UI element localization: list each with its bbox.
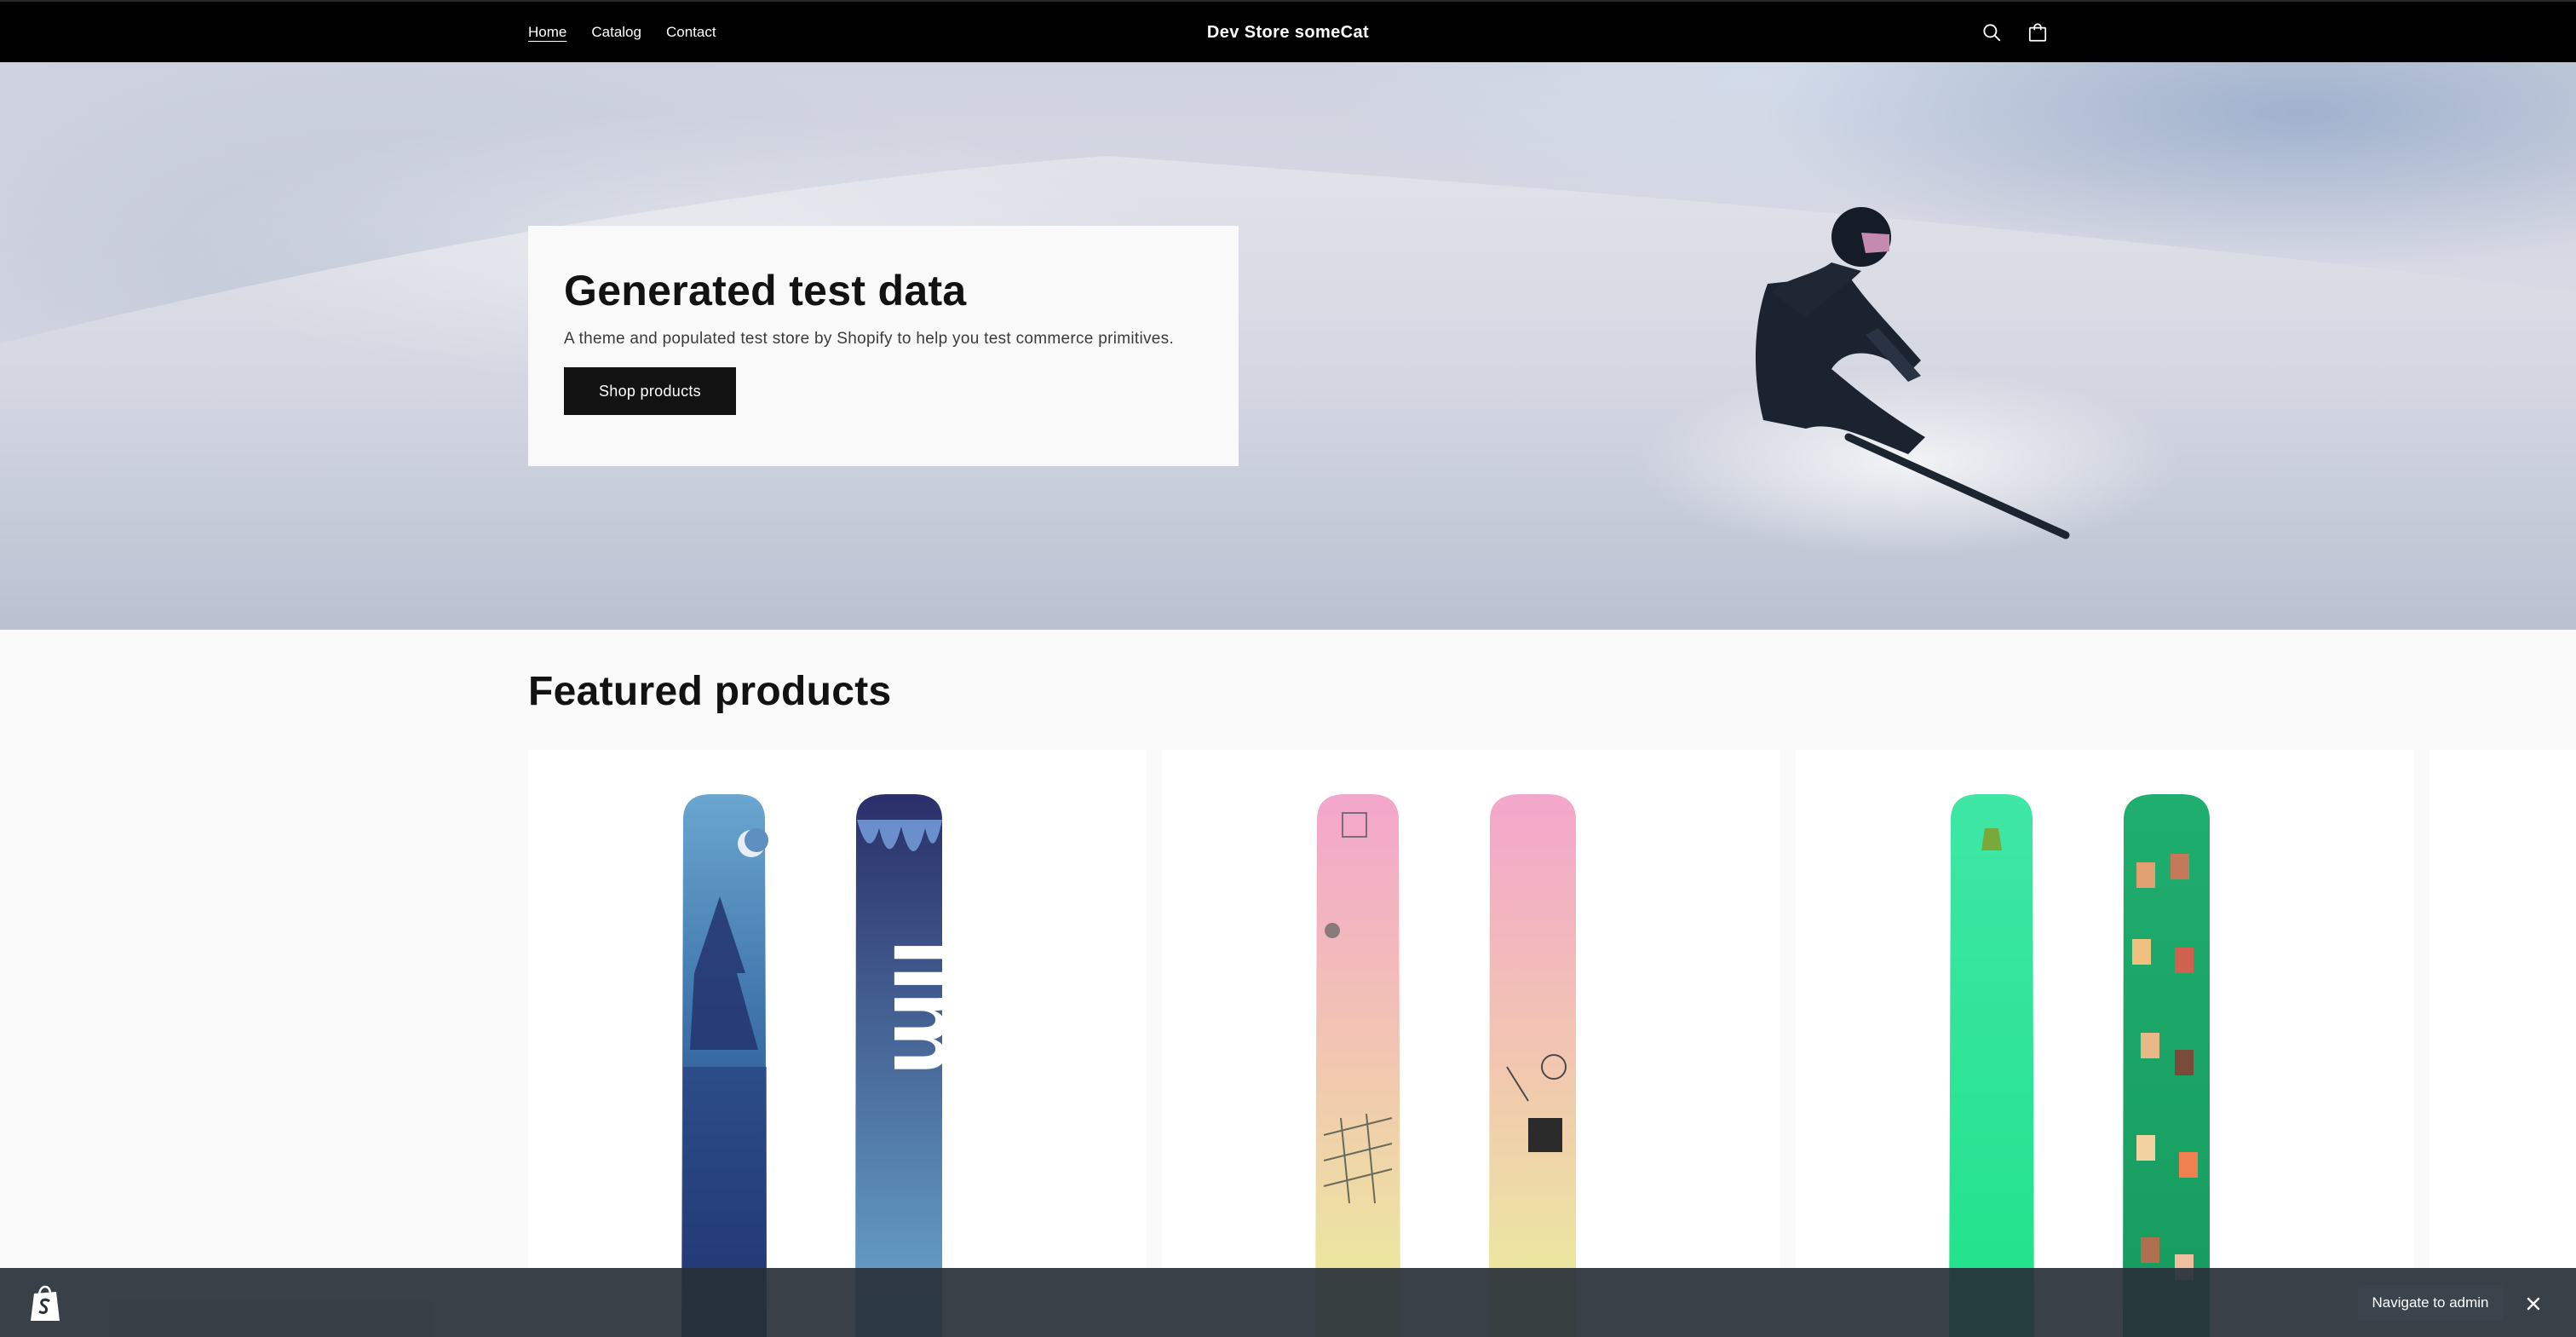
snow-slope-background bbox=[0, 113, 2576, 630]
admin-preview-bar: Navigate to admin bbox=[0, 1268, 2576, 1337]
close-icon bbox=[2527, 1297, 2540, 1311]
search-icon bbox=[1983, 24, 2001, 42]
hero-card: Generated test data A theme and populate… bbox=[528, 226, 1239, 466]
nav-home[interactable]: Home bbox=[528, 20, 566, 44]
brand-wrap: Dev Store someCat bbox=[0, 20, 2576, 44]
product-card-4[interactable] bbox=[2429, 750, 2576, 1337]
svg-text:llm: llm bbox=[874, 940, 979, 1075]
cart-button[interactable] bbox=[2024, 19, 2051, 46]
product-card-1[interactable]: llm bbox=[528, 750, 1147, 1337]
navigate-to-admin-button[interactable]: Navigate to admin bbox=[2358, 1285, 2503, 1321]
cart-icon bbox=[2028, 23, 2047, 42]
site-header: Home Catalog Contact Dev Store someCat bbox=[0, 0, 2576, 62]
store-name[interactable]: Dev Store someCat bbox=[1207, 23, 1369, 42]
nav-contact[interactable]: Contact bbox=[666, 20, 716, 44]
product-card-2[interactable] bbox=[1162, 750, 1780, 1337]
hero-subtitle: A theme and populated test store by Shop… bbox=[564, 330, 1175, 348]
search-button[interactable] bbox=[1978, 19, 2005, 46]
admin-bar-close-button[interactable] bbox=[2520, 1290, 2547, 1317]
nav-catalog[interactable]: Catalog bbox=[591, 20, 641, 44]
header-icons bbox=[1978, 19, 2051, 46]
product-image-2 bbox=[1315, 794, 1576, 1337]
featured-products-heading: Featured products bbox=[528, 669, 892, 714]
main-nav: Home Catalog Contact bbox=[528, 20, 716, 44]
product-image-1: llm bbox=[681, 794, 979, 1337]
hero-banner: Generated test data A theme and populate… bbox=[0, 62, 2576, 630]
product-card-3[interactable] bbox=[1796, 750, 2414, 1337]
shopify-bag-icon bbox=[31, 1285, 60, 1321]
product-image-3 bbox=[1949, 794, 2210, 1337]
shop-products-button[interactable]: Shop products bbox=[564, 367, 736, 415]
hero-title: Generated test data bbox=[564, 267, 967, 314]
